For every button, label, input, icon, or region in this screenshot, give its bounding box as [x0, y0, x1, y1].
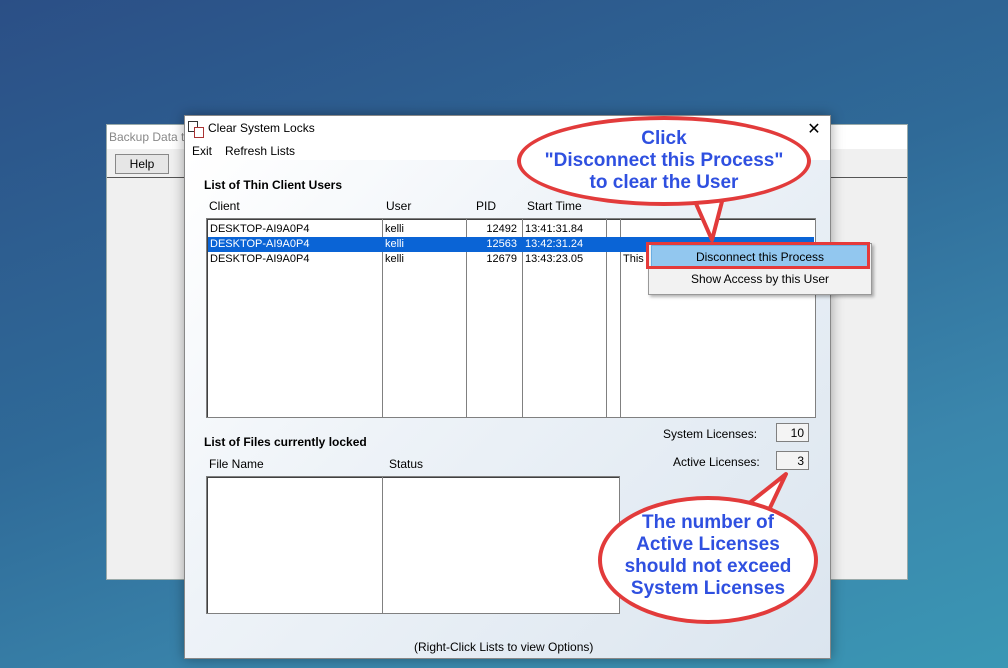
footer-hint: (Right-Click Lists to view Options) [414, 640, 594, 654]
pid-cell: 12563 [486, 238, 517, 250]
active-licenses-label: Active Licenses: [673, 455, 760, 469]
menu-exit[interactable]: Exit [192, 144, 212, 158]
start-time-cell: 13:42:31.24 [525, 238, 584, 250]
dialog-title: Clear System Locks [208, 121, 315, 135]
system-licenses-value: 10 [776, 423, 809, 442]
app-icon [188, 121, 204, 138]
thin-client-users-heading: List of Thin Client Users [204, 178, 343, 192]
user-cell: kelli [385, 238, 404, 250]
callout-line: System Licenses [630, 578, 786, 599]
user-cell: kelli [385, 223, 404, 235]
menu-item-show-access-by-user[interactable]: Show Access by this User [651, 268, 869, 290]
extra-cell: This [623, 253, 644, 265]
callout-line: Active Licenses [636, 534, 780, 555]
column-header-status[interactable]: Status [389, 457, 423, 471]
menu-refresh-lists[interactable]: Refresh Lists [225, 144, 295, 158]
user-cell: kelli [385, 253, 404, 265]
client-cell: DESKTOP-AI9A0P4 [210, 223, 310, 235]
pid-cell: 12679 [486, 253, 517, 265]
top-callout-text: Click "Disconnect this Process" to clear… [517, 128, 811, 194]
callout-line: "Disconnect this Process" [544, 150, 784, 171]
pid-cell: 12492 [486, 223, 517, 235]
start-time-cell: 13:41:31.84 [525, 223, 584, 235]
active-licenses-value: 3 [776, 451, 809, 470]
files-locked-list[interactable] [206, 476, 620, 614]
bottom-callout-text: The number of Active Licenses should not… [598, 512, 818, 600]
table-row[interactable]: DESKTOP-AI9A0P4 kelli 12492 13:41:31.84 [208, 222, 814, 237]
client-cell: DESKTOP-AI9A0P4 [210, 253, 310, 265]
callout-line: Click [641, 128, 687, 149]
highlight-outline [646, 242, 870, 269]
column-header-file-name[interactable]: File Name [209, 457, 264, 471]
callout-line: The number of [642, 512, 774, 533]
files-locked-heading: List of Files currently locked [204, 435, 367, 449]
client-cell: DESKTOP-AI9A0P4 [210, 238, 310, 250]
background-window-title: Backup Data t [109, 130, 185, 144]
callout-line: to clear the User [589, 172, 739, 193]
column-divider [382, 477, 383, 613]
column-header-client[interactable]: Client [209, 199, 240, 213]
start-time-cell: 13:43:23.05 [525, 253, 584, 265]
help-button[interactable]: Help [115, 154, 169, 174]
callout-line: should not exceed [624, 556, 792, 577]
column-header-pid[interactable]: PID [476, 199, 496, 213]
system-licenses-label: System Licenses: [663, 427, 758, 441]
column-header-user[interactable]: User [386, 199, 411, 213]
column-header-start-time[interactable]: Start Time [527, 199, 582, 213]
